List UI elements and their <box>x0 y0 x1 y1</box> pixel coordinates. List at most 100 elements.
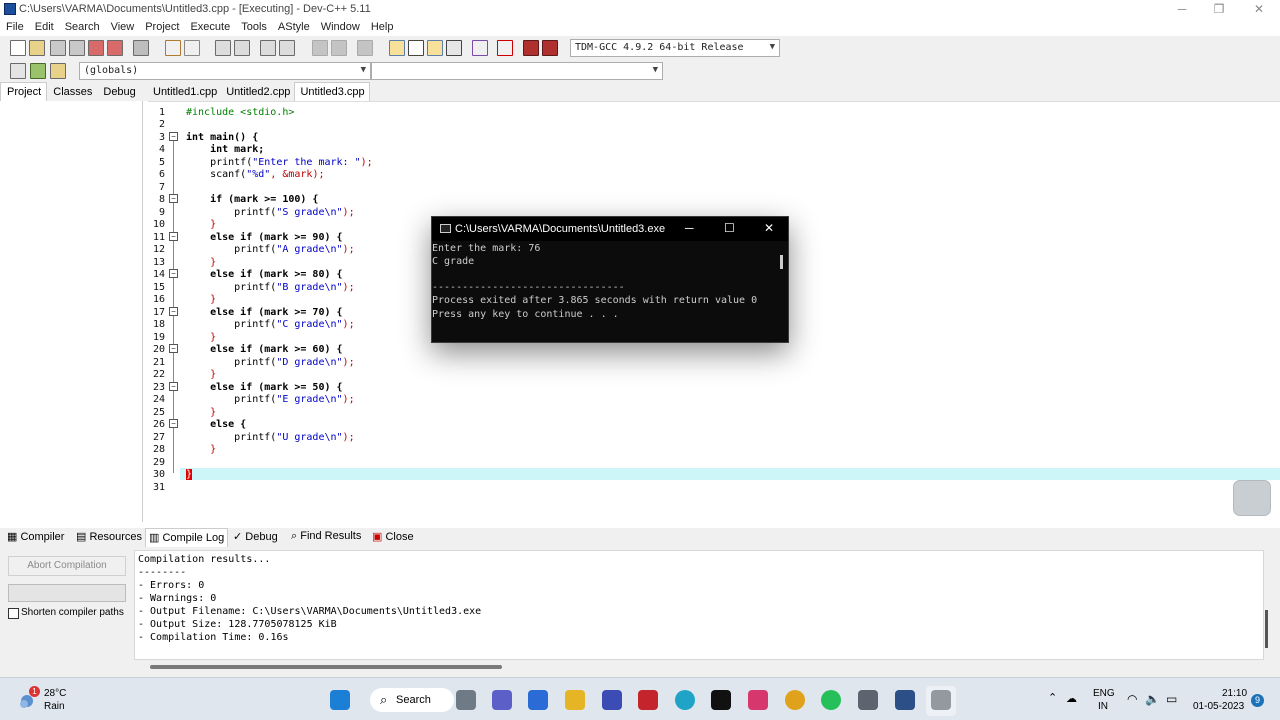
abort-compilation-button[interactable]: Abort Compilation <box>8 556 126 576</box>
menu-view[interactable]: View <box>105 20 140 33</box>
wifi-icon[interactable]: ◠ <box>1127 692 1137 706</box>
app-window-icon[interactable] <box>858 690 878 710</box>
undo-icon[interactable] <box>165 40 181 56</box>
log-horizontal-scrollbar[interactable] <box>150 665 502 669</box>
console-close-icon[interactable]: ✕ <box>764 221 774 235</box>
netflix-icon[interactable] <box>711 690 731 710</box>
run-icon[interactable] <box>408 40 424 56</box>
stop-execution-icon[interactable] <box>497 40 513 56</box>
clock-time[interactable]: 21:10 <box>1222 688 1247 699</box>
save-icon[interactable] <box>50 40 66 56</box>
weather-temperature[interactable]: 28°C <box>44 688 66 699</box>
language-indicator[interactable]: ENG <box>1093 688 1115 699</box>
new-file-icon[interactable] <box>10 40 26 56</box>
tab-debug[interactable]: Debug <box>97 83 140 102</box>
console-maximize-icon[interactable]: ☐ <box>724 221 735 235</box>
goto-icon[interactable] <box>30 63 46 79</box>
minimize-button[interactable]: ─ <box>1163 0 1201 19</box>
taskbar-search[interactable]: ⌕ Search <box>370 688 454 712</box>
close-file-icon[interactable] <box>88 40 104 56</box>
unindent-icon[interactable] <box>279 40 295 56</box>
compiler-select[interactable]: TDM-GCC 4.9.2 64-bit Release ▼ <box>570 39 780 57</box>
tab-close[interactable]: ▣ Close <box>372 530 414 543</box>
forward-icon[interactable] <box>331 40 347 56</box>
devcpp-taskbar-icon[interactable] <box>895 690 915 710</box>
maximize-button[interactable]: ❐ <box>1200 0 1238 19</box>
chrome-icon[interactable] <box>785 690 805 710</box>
tab-project[interactable]: Project <box>0 82 48 101</box>
menu-window[interactable]: Window <box>315 20 365 33</box>
scope-select[interactable]: (globals) ▼ <box>79 62 371 80</box>
file-explorer-icon[interactable] <box>565 690 585 710</box>
fold-collapse-icon[interactable]: − <box>169 132 178 141</box>
rebuild-icon[interactable] <box>446 40 462 56</box>
tab-classes[interactable]: Classes <box>47 83 97 102</box>
tab-untitled1[interactable]: Untitled1.cpp <box>148 83 221 102</box>
compile-log-output[interactable]: Compilation results... -------- - Errors… <box>134 550 1264 660</box>
tab-compiler[interactable]: ▦ Compiler <box>7 530 64 543</box>
fold-collapse-icon[interactable]: − <box>169 382 178 391</box>
insert-icon[interactable] <box>10 63 26 79</box>
fold-collapse-icon[interactable]: − <box>169 419 178 428</box>
tab-untitled2[interactable]: Untitled2.cpp <box>221 83 294 102</box>
task-view-icon[interactable] <box>456 690 476 710</box>
menu-tools[interactable]: Tools <box>235 20 272 33</box>
close-button[interactable]: ✕ <box>1240 0 1278 19</box>
menu-astyle[interactable]: AStyle <box>272 20 315 33</box>
close-all-icon[interactable] <box>107 40 123 56</box>
bookmark-icon[interactable] <box>357 40 373 56</box>
clock-date[interactable]: 01-05-2023 <box>1193 701 1244 712</box>
region-indicator[interactable]: IN <box>1098 701 1108 712</box>
compile-run-icon[interactable] <box>427 40 443 56</box>
back-icon[interactable] <box>312 40 328 56</box>
indent-icon[interactable] <box>260 40 276 56</box>
whatsapp-icon[interactable] <box>821 690 841 710</box>
console-window[interactable]: C:\Users\VARMA\Documents\Untitled3.exe ─… <box>431 216 789 343</box>
print-icon[interactable] <box>133 40 149 56</box>
toggle-bookmark-icon[interactable] <box>50 63 66 79</box>
teams-icon[interactable] <box>492 690 512 710</box>
fold-collapse-icon[interactable]: − <box>169 269 178 278</box>
battery-icon[interactable]: ▭ <box>1166 692 1177 706</box>
menu-execute[interactable]: Execute <box>184 20 235 33</box>
microsoft-store-icon[interactable] <box>528 690 548 710</box>
console-title-bar[interactable]: C:\Users\VARMA\Documents\Untitled3.exe ─… <box>432 217 788 241</box>
floating-assist-button[interactable] <box>1233 480 1271 516</box>
fold-collapse-icon[interactable]: − <box>169 232 178 241</box>
mcafee-icon[interactable] <box>638 690 658 710</box>
menu-edit[interactable]: Edit <box>29 20 59 33</box>
compile-icon[interactable] <box>389 40 405 56</box>
tab-compile-log[interactable]: ▥ Compile Log <box>145 528 229 547</box>
console-minimize-icon[interactable]: ─ <box>685 221 694 235</box>
editor-app-icon[interactable] <box>602 690 622 710</box>
menu-help[interactable]: Help <box>365 20 399 33</box>
check-syntax-icon[interactable] <box>472 40 488 56</box>
fold-collapse-icon[interactable]: − <box>169 194 178 203</box>
volume-icon[interactable]: 🔈 <box>1145 692 1160 706</box>
instagram-icon[interactable] <box>748 690 768 710</box>
profile-icon[interactable] <box>523 40 539 56</box>
shorten-paths-checkbox[interactable] <box>8 608 19 619</box>
fold-collapse-icon[interactable]: − <box>169 344 178 353</box>
log-vertical-scrollbar[interactable] <box>1265 610 1268 648</box>
tab-untitled3[interactable]: Untitled3.cpp <box>294 82 370 101</box>
menu-search[interactable]: Search <box>59 20 105 33</box>
menu-project[interactable]: Project <box>139 20 184 33</box>
replace-icon[interactable] <box>234 40 250 56</box>
start-windows-icon[interactable] <box>330 690 350 710</box>
weather-condition[interactable]: Rain <box>44 701 65 712</box>
fold-collapse-icon[interactable]: − <box>169 307 178 316</box>
tab-debug-bottom[interactable]: ✓ Debug <box>233 530 278 543</box>
notification-badge[interactable]: 9 <box>1251 694 1264 707</box>
tab-find-results[interactable]: ⌕ Find Results <box>291 530 361 543</box>
find-icon[interactable] <box>215 40 231 56</box>
debug-icon[interactable] <box>542 40 558 56</box>
edge-icon[interactable] <box>675 690 695 710</box>
chevron-up-icon[interactable]: ⌃ <box>1048 691 1057 704</box>
save-all-icon[interactable] <box>69 40 85 56</box>
security-warning-icon[interactable]: ☁ <box>1066 692 1077 705</box>
redo-icon[interactable] <box>184 40 200 56</box>
function-select[interactable]: ▼ <box>371 62 663 80</box>
console-scrollbar[interactable] <box>780 255 783 269</box>
tab-resources[interactable]: ▤ Resources <box>76 530 142 543</box>
